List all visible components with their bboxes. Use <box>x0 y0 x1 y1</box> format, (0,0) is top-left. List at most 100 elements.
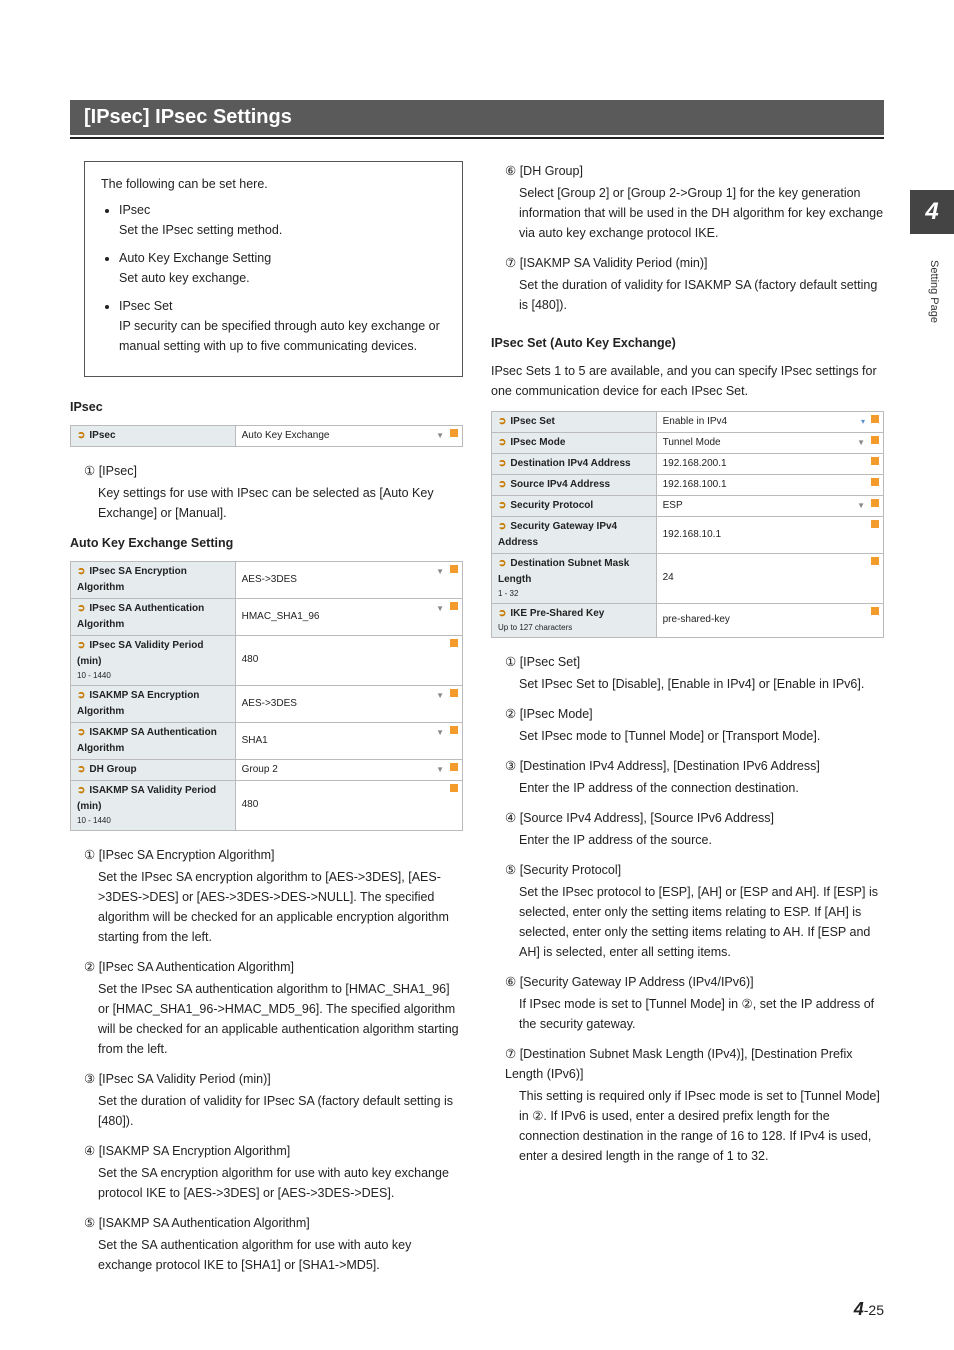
desc-item: ⑦ [Destination Subnet Mask Length (IPv4)… <box>491 1044 884 1166</box>
item-body: This setting is required only if IPsec m… <box>519 1086 884 1166</box>
table-value: Group 2▼ <box>235 759 462 780</box>
item-number: ⑦ <box>505 1044 516 1064</box>
item-number: ⑥ <box>505 972 516 992</box>
item-name: [Security Protocol] <box>520 863 621 877</box>
item-body: Enter the IP address of the source. <box>519 830 884 850</box>
desc-item: ③ [IPsec SA Validity Period (min)] Set t… <box>70 1069 463 1131</box>
desc-item: ① [IPsec Set] Set IPsec Set to [Disable]… <box>491 652 884 694</box>
item-body: Set the duration of validity for ISAKMP … <box>519 275 884 315</box>
table-value: Tunnel Mode▼ <box>656 433 883 454</box>
item-name: [ISAKMP SA Encryption Algorithm] <box>99 1144 291 1158</box>
item-body: If IPsec mode is set to [Tunnel Mode] in… <box>519 994 884 1034</box>
item-body: Set the IPsec SA encryption algorithm to… <box>98 867 463 947</box>
table-label: IPsec SA Validity Period (min)10 - 1440 <box>71 636 236 686</box>
table-label: ISAKMP SA Validity Period (min)10 - 1440 <box>71 780 236 830</box>
item-number: ⑥ <box>505 161 516 181</box>
intro-lead: The following can be set here. <box>101 174 446 194</box>
intro-item-name: Auto Key Exchange Setting <box>119 248 446 268</box>
item-name: [Destination Subnet Mask Length (IPv4)],… <box>505 1047 853 1081</box>
intro-item-name: IPsec Set <box>119 296 446 316</box>
table-label: Security Gateway IPv4 Address <box>492 517 657 554</box>
table-label: IPsec Set <box>492 412 657 433</box>
two-column-layout: The following can be set here. IPsec Set… <box>70 161 884 1285</box>
item-name: [ISAKMP SA Validity Period (min)] <box>520 256 708 270</box>
item-body: Select [Group 2] or [Group 2->Group 1] f… <box>519 183 884 243</box>
item-body: Set the IPsec protocol to [ESP], [AH] or… <box>519 882 884 962</box>
item-body: Set IPsec mode to [Tunnel Mode] or [Tran… <box>519 726 884 746</box>
table-label: IPsec SA Encryption Algorithm <box>71 562 236 599</box>
intro-item-desc: IP security can be specified through aut… <box>119 316 446 356</box>
desc-item: ③ [Destination IPv4 Address], [Destinati… <box>491 756 884 798</box>
chapter-side-label: Setting Page <box>928 260 940 323</box>
chapter-tab: 4 <box>910 190 954 234</box>
table-value: pre-shared-key <box>656 603 883 637</box>
desc-item: ⑦ [ISAKMP SA Validity Period (min)] Set … <box>491 253 884 315</box>
item-name: [IPsec SA Encryption Algorithm] <box>99 848 275 862</box>
intro-box: The following can be set here. IPsec Set… <box>84 161 463 377</box>
ipsec-set-heading: IPsec Set (Auto Key Exchange) <box>491 333 884 353</box>
desc-item: ⑤ [Security Protocol] Set the IPsec prot… <box>491 860 884 962</box>
item-body: Set the duration of validity for IPsec S… <box>98 1091 463 1131</box>
table-value: SHA1▼ <box>235 722 462 759</box>
item-name: [IPsec SA Validity Period (min)] <box>99 1072 271 1086</box>
section-title: [IPsec] IPsec Settings <box>70 100 884 135</box>
item-number: ⑦ <box>505 253 516 273</box>
table-value: AES->3DES▼ <box>235 562 462 599</box>
table-value: HMAC_SHA1_96▼ <box>235 599 462 636</box>
table-label: Destination Subnet Mask Length1 - 32 <box>492 554 657 604</box>
ipsec-set-table: IPsec SetEnable in IPv4▾ IPsec ModeTunne… <box>491 411 884 638</box>
ake-table: IPsec SA Encryption AlgorithmAES->3DES▼ … <box>70 561 463 831</box>
intro-item-name: IPsec <box>119 200 446 220</box>
table-value: 24 <box>656 554 883 604</box>
item-body: Set the IPsec SA authentication algorith… <box>98 979 463 1059</box>
item-name: [IPsec Mode] <box>520 707 593 721</box>
item-number: ⑤ <box>505 860 516 880</box>
item-body: Set the SA encryption algorithm for use … <box>98 1163 463 1203</box>
item-body: Key settings for use with IPsec can be s… <box>98 483 463 523</box>
item-number: ⑤ <box>84 1213 95 1233</box>
table-label: IPsec <box>71 426 236 447</box>
item-body: Set the SA authentication algorithm for … <box>98 1235 463 1275</box>
item-body: Enter the IP address of the connection d… <box>519 778 884 798</box>
desc-item: ② [IPsec SA Authentication Algorithm] Se… <box>70 957 463 1059</box>
item-number: ③ <box>84 1069 95 1089</box>
item-number: ② <box>505 704 516 724</box>
ipsec-heading: IPsec <box>70 397 463 417</box>
title-underline <box>70 137 884 139</box>
left-column: The following can be set here. IPsec Set… <box>70 161 463 1285</box>
item-name: [IPsec Set] <box>520 655 580 669</box>
footer-page: -25 <box>864 1302 884 1318</box>
table-label: ISAKMP SA Encryption Algorithm <box>71 685 236 722</box>
table-value: 480 <box>235 780 462 830</box>
desc-item: ② [IPsec Mode] Set IPsec mode to [Tunnel… <box>491 704 884 746</box>
footer-chapter: 4 <box>854 1299 864 1319</box>
item-number: ④ <box>505 808 516 828</box>
table-label: IKE Pre-Shared KeyUp to 127 characters <box>492 603 657 637</box>
item-number: ② <box>84 957 95 977</box>
item-body: Set IPsec Set to [Disable], [Enable in I… <box>519 674 884 694</box>
item-name: [DH Group] <box>520 164 583 178</box>
desc-item: ④ [Source IPv4 Address], [Source IPv6 Ad… <box>491 808 884 850</box>
desc-item: ④ [ISAKMP SA Encryption Algorithm] Set t… <box>70 1141 463 1203</box>
item-number: ④ <box>84 1141 95 1161</box>
table-value: 192.168.100.1 <box>656 475 883 496</box>
desc-item: ① [IPsec SA Encryption Algorithm] Set th… <box>70 845 463 947</box>
table-label: IPsec Mode <box>492 433 657 454</box>
intro-item-desc: Set the IPsec setting method. <box>119 220 446 240</box>
intro-item-desc: Set auto key exchange. <box>119 268 446 288</box>
page-footer: 4-25 <box>854 1299 884 1320</box>
ake-heading: Auto Key Exchange Setting <box>70 533 463 553</box>
table-value: Auto Key Exchange▼ <box>235 426 462 447</box>
desc-item: ⑥ [DH Group] Select [Group 2] or [Group … <box>491 161 884 243</box>
table-label: DH Group <box>71 759 236 780</box>
item-name: [Security Gateway IP Address (IPv4/IPv6)… <box>520 975 754 989</box>
item-name: [IPsec] <box>99 464 137 478</box>
item-name: [Destination IPv4 Address], [Destination… <box>520 759 820 773</box>
item-number: ① <box>84 461 95 481</box>
item-number: ① <box>505 652 516 672</box>
right-column: ⑥ [DH Group] Select [Group 2] or [Group … <box>491 161 884 1285</box>
desc-item: ① [IPsec] Key settings for use with IPse… <box>70 461 463 523</box>
table-value: 192.168.200.1 <box>656 454 883 475</box>
table-label: ISAKMP SA Authentication Algorithm <box>71 722 236 759</box>
ipsec-set-intro: IPsec Sets 1 to 5 are available, and you… <box>491 361 884 401</box>
